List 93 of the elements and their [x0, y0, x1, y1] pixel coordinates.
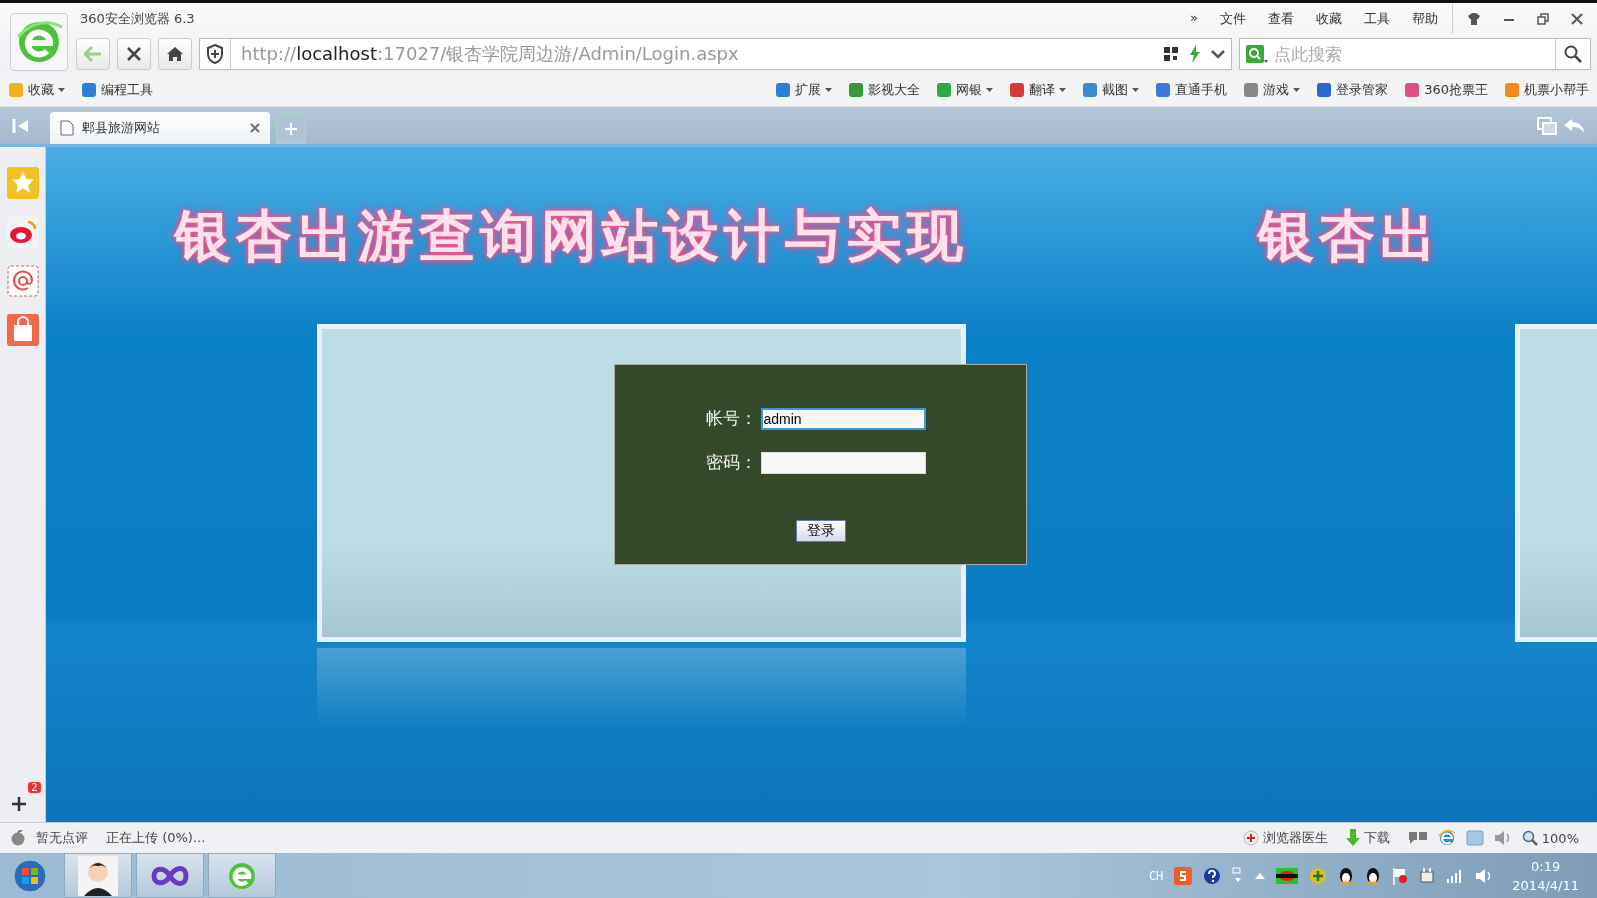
at-sign-icon[interactable]: [6, 265, 39, 297]
shopping-bag-icon[interactable]: [6, 314, 39, 346]
browser-doctor-button[interactable]: 浏览器医生: [1242, 829, 1328, 847]
status-text: 正在上传 (0%)...: [106, 829, 206, 847]
bookmark-icon: [1404, 81, 1421, 98]
medical-cross-icon: [1242, 830, 1259, 846]
bookmark-icon: [1243, 81, 1260, 98]
input-field[interactable]: admin: [760, 407, 926, 430]
magnifier-icon: [1521, 830, 1538, 846]
plus-icon: [285, 123, 297, 135]
zoom-button[interactable]: 100%: [1521, 830, 1579, 846]
skin-icon[interactable]: [1467, 13, 1481, 25]
bookmark-icon: [81, 81, 97, 98]
bookmark-item[interactable]: 网银: [936, 80, 994, 99]
caret-icon[interactable]: [1059, 87, 1067, 92]
home-icon: [166, 46, 184, 62]
caret-icon[interactable]: [1211, 49, 1225, 59]
close-tab-icon[interactable]: [250, 123, 260, 133]
caret-icon[interactable]: [986, 87, 994, 92]
apple-icon[interactable]: [10, 830, 26, 846]
restore-icon[interactable]: [1537, 13, 1549, 25]
plug-icon[interactable]: [1419, 866, 1436, 885]
menu-item[interactable]: 工具: [1364, 10, 1390, 28]
taskbar-app-button[interactable]: [64, 853, 132, 898]
menu-item[interactable]: 收藏: [1316, 10, 1342, 28]
stop-button[interactable]: [117, 38, 151, 70]
cartoon-avatar-icon: [78, 855, 118, 896]
qr-code-icon[interactable]: [1163, 46, 1179, 62]
menu-item[interactable]: »: [1190, 10, 1198, 28]
caret-icon[interactable]: [825, 87, 833, 92]
banner-title: 银杏出游查询网站设计与实现: [175, 202, 968, 270]
bookmark-item[interactable]: 翻译: [1009, 80, 1067, 99]
menu-item[interactable]: 查看: [1268, 10, 1294, 28]
login-button[interactable]: 登录: [795, 520, 846, 542]
plus-circle-icon[interactable]: [1309, 866, 1328, 885]
download-button[interactable]: 下载: [1345, 829, 1390, 847]
search-engine-icon[interactable]: [1246, 44, 1268, 64]
menu-item[interactable]: 帮助: [1412, 10, 1438, 28]
bookmark-icon: [1082, 81, 1099, 98]
search-bar[interactable]: 点此搜索: [1239, 38, 1591, 70]
ie-icon[interactable]: [1437, 829, 1456, 847]
browser-tab[interactable]: 郫县旅游网站: [50, 112, 270, 144]
weibo-icon[interactable]: [6, 216, 39, 248]
field-label: 密码：: [705, 451, 757, 474]
chat-bubble-icon[interactable]: [1407, 831, 1428, 845]
speaker-icon[interactable]: [1493, 830, 1512, 846]
bookmark-item[interactable]: 截图: [1082, 80, 1140, 99]
sidebar-toggle-icon[interactable]: [12, 117, 30, 134]
caret-icon[interactable]: [1132, 87, 1140, 92]
download-arrow-icon: [1345, 829, 1360, 847]
menu-item[interactable]: 文件: [1220, 10, 1246, 28]
infinity-icon: [150, 863, 190, 888]
bookmark-icon: [775, 81, 792, 98]
bookmark-item[interactable]: 影视大全: [848, 80, 921, 99]
stop-icon: [126, 46, 142, 62]
input-field[interactable]: [760, 451, 926, 474]
input-method-icon[interactable]: [1174, 866, 1193, 885]
bookmark-item[interactable]: 360抢票王: [1404, 80, 1488, 99]
status-text[interactable]: 暂无点评: [36, 829, 88, 847]
field-label: 帐号：: [705, 407, 757, 430]
bookmark-item[interactable]: 扩展: [775, 80, 833, 99]
bookmark-icon: [1504, 81, 1520, 98]
lightning-icon[interactable]: [1189, 45, 1201, 63]
url-text: http://localhost:17027/银杏学院周边游/Admin/Login.aspx: [241, 42, 740, 66]
bookmark-icon: [8, 81, 24, 98]
help-icon[interactable]: [1203, 866, 1222, 885]
bookmark-item[interactable]: 收藏: [8, 80, 65, 99]
caret-icon[interactable]: [58, 87, 65, 92]
page-icon: [60, 120, 74, 136]
flag-icon[interactable]: [1392, 866, 1409, 885]
notification-badge: 2: [28, 782, 41, 793]
caret-icon[interactable]: [1293, 87, 1301, 92]
back-arrow-icon: [84, 46, 102, 62]
bookmark-icon: [1155, 81, 1172, 98]
add-icon[interactable]: [10, 796, 27, 812]
address-field[interactable]: http://localhost:17027/银杏学院周边游/Admin/Login.aspx: [199, 38, 1232, 70]
bookmark-item[interactable]: 编程工具: [81, 80, 153, 99]
bookmark-icon: [1316, 81, 1333, 98]
banner-title: 银杏出: [1258, 202, 1441, 270]
windows-logo-icon: [13, 858, 47, 893]
bookmark-icon: [936, 81, 953, 98]
bookmark-item[interactable]: 游戏: [1243, 80, 1301, 99]
close-icon[interactable]: [1571, 13, 1583, 25]
penguin-icon[interactable]: [1338, 866, 1355, 885]
home-button[interactable]: [158, 38, 192, 70]
flag-icon[interactable]: [1276, 867, 1299, 884]
bookmark-item[interactable]: 登录管家: [1316, 80, 1389, 99]
penguin-icon[interactable]: [1365, 866, 1382, 885]
bookmark-icon: [1009, 81, 1026, 98]
window-title: 360安全浏览器 6.3: [80, 10, 195, 28]
bookmark-item[interactable]: 直通手机: [1155, 80, 1228, 99]
bookmark-icon: [848, 81, 865, 98]
bookmark-item[interactable]: 机票小帮手: [1504, 80, 1589, 99]
